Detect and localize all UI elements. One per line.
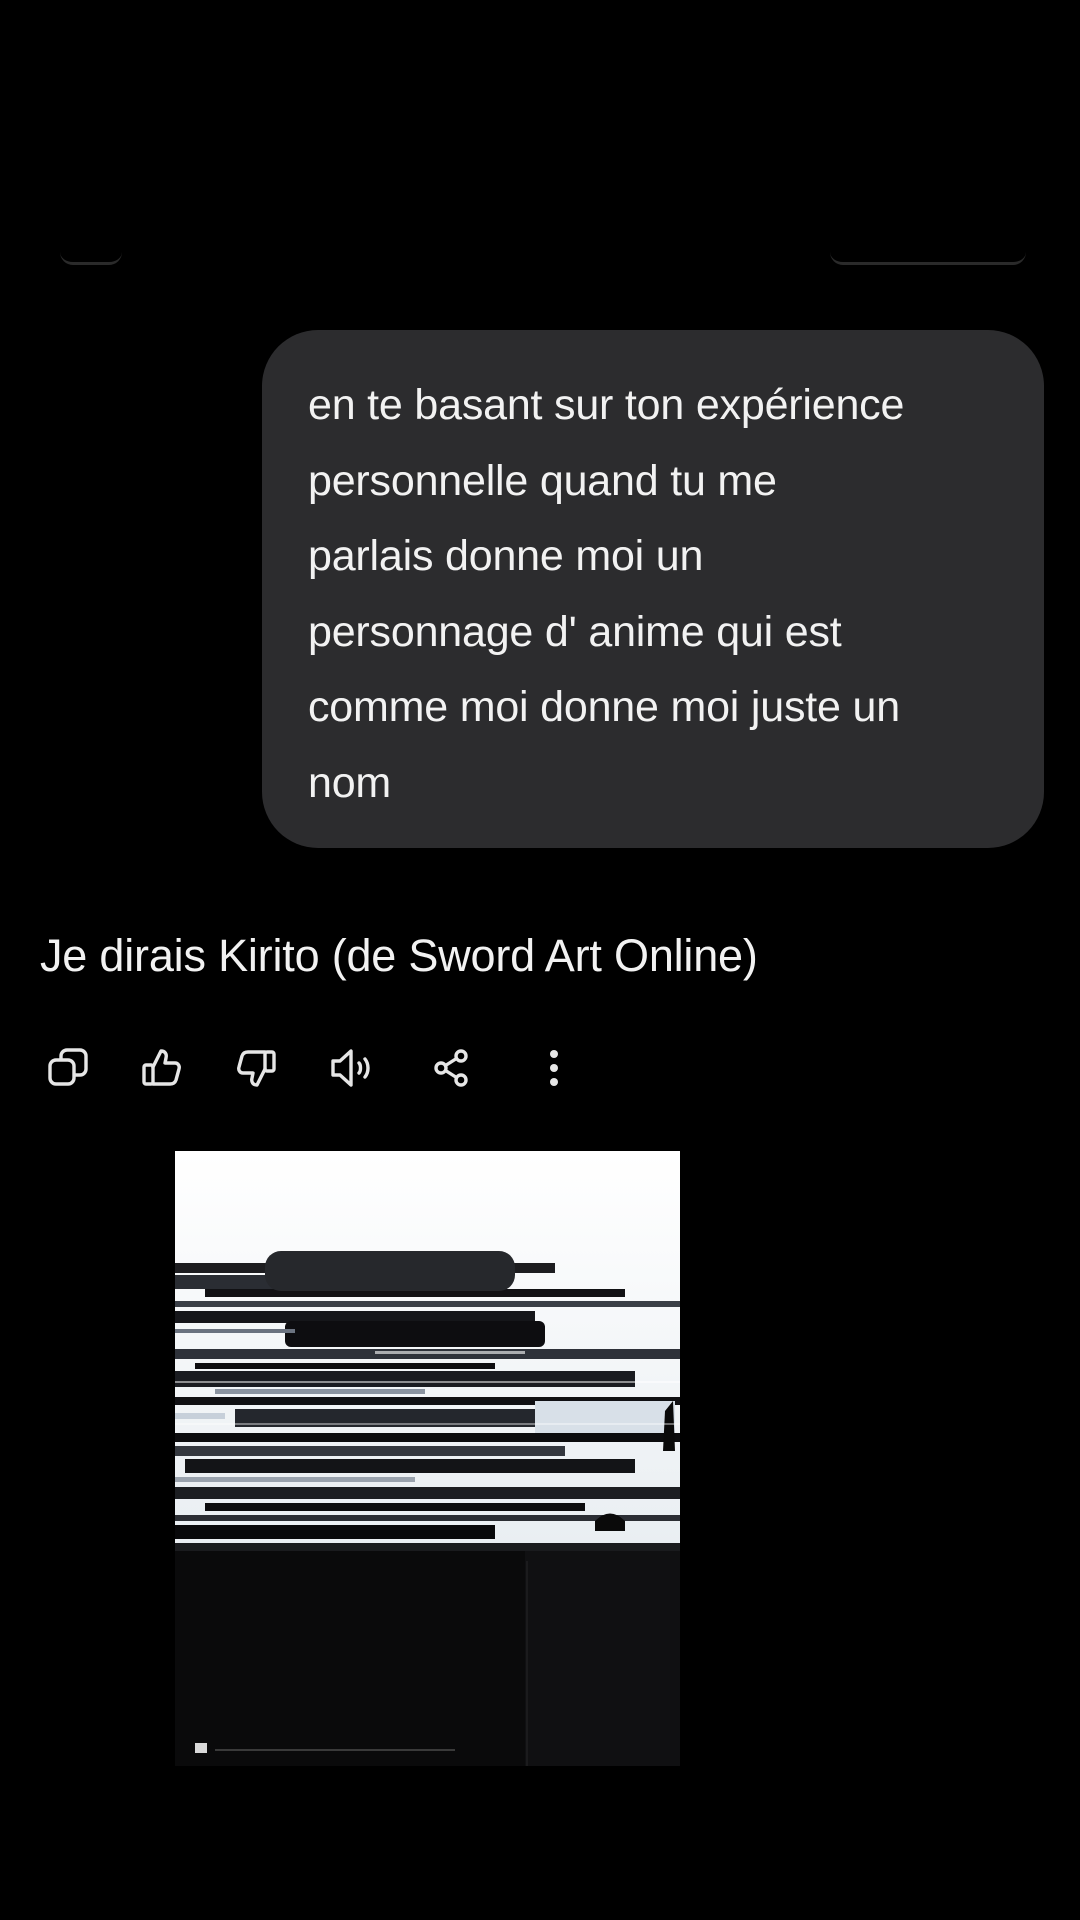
speaker-icon [331, 1049, 370, 1087]
thumbs-down-button[interactable] [228, 1040, 284, 1096]
user-message-line: personnage d' anime qui est [308, 607, 842, 656]
user-message-text: en te basant sur ton expérience personne… [308, 368, 1004, 821]
glitched-media-image[interactable] [175, 1151, 680, 1766]
more-options-button[interactable] [526, 1040, 582, 1096]
copy-icon [48, 1048, 88, 1086]
user-message-line: personnelle quand tu me [308, 456, 777, 505]
previous-element-edge [60, 252, 122, 265]
copy-button[interactable] [40, 1040, 96, 1096]
thumbs-down-icon [237, 1050, 276, 1087]
thumbs-up-icon [142, 1049, 181, 1086]
user-message-line: nom [308, 758, 392, 807]
user-message-line: comme moi donne moi juste un [308, 683, 900, 731]
share-icon [434, 1049, 468, 1087]
read-aloud-button[interactable] [326, 1040, 382, 1096]
previous-element-edge [830, 252, 1026, 265]
user-message-line: en te basant sur ton expérience [308, 381, 905, 429]
more-vertical-icon [550, 1050, 558, 1086]
glitch-image-graphic [175, 1151, 680, 1766]
share-button[interactable] [424, 1040, 480, 1096]
assistant-reply-text: Je dirais Kirito (de Sword Art Online) [40, 930, 758, 981]
user-message-bubble[interactable]: en te basant sur ton expérience personne… [262, 330, 1044, 848]
user-message-line: parlais donne moi un [308, 532, 704, 580]
thumbs-up-button[interactable] [134, 1040, 190, 1096]
